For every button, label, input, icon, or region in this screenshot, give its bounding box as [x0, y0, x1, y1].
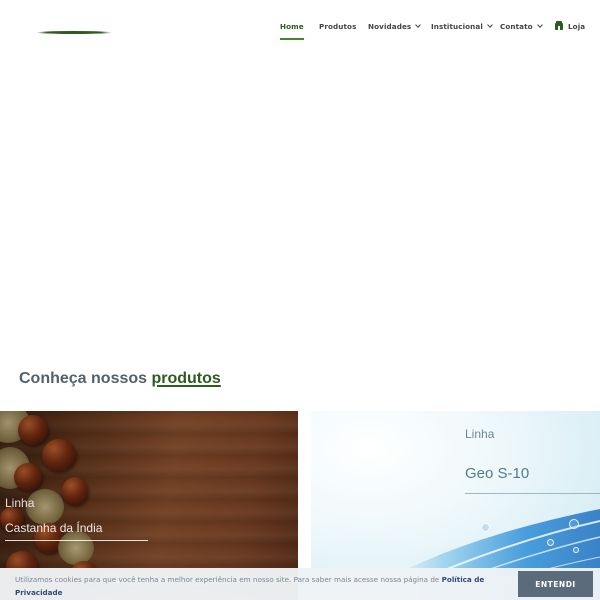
- cookie-message: Utilizamos cookies para que você tenha a…: [15, 575, 440, 584]
- chevron-down-icon: [415, 21, 422, 28]
- card-line-label: Linha: [465, 427, 495, 441]
- nav-loja-label: Loja: [568, 21, 586, 31]
- nav-produtos[interactable]: Produtos: [319, 19, 356, 33]
- chevron-down-icon: [487, 21, 493, 28]
- nav-novidades-label: Novidades: [368, 21, 412, 31]
- bubble-icon: [481, 523, 490, 532]
- cookie-text: Utilizamos cookies para que você tenha a…: [15, 573, 505, 599]
- bubble-icon: [573, 547, 579, 553]
- nav-contato-label: Contato: [500, 21, 533, 31]
- card-line-name: Castanha da Índia: [5, 521, 103, 535]
- site-header: Home Produtos Novidades Institucional Co…: [0, 0, 600, 52]
- cookie-bar: Utilizamos cookies para que você tenha a…: [0, 568, 600, 600]
- nav-institucional[interactable]: Institucional: [431, 19, 493, 33]
- main-nav: Home Produtos Novidades Institucional Co…: [0, 19, 600, 40]
- nav-home-label: Home: [280, 21, 304, 31]
- section-title: Conheça nossos produtos: [19, 370, 221, 388]
- bubble-icon: [569, 519, 579, 529]
- card-divider: [465, 493, 600, 494]
- active-underline: [280, 38, 304, 40]
- nav-home[interactable]: Home: [280, 19, 304, 40]
- section-title-prefix: Conheça nossos: [19, 370, 148, 387]
- nav-contato[interactable]: Contato: [500, 19, 543, 33]
- nav-institucional-label: Institucional: [431, 21, 483, 31]
- cookie-accept-button[interactable]: ENTENDI: [518, 571, 593, 597]
- nav-loja[interactable]: Loja: [555, 19, 585, 33]
- card-line-label: Linha: [5, 496, 35, 510]
- bubble-icon: [547, 539, 554, 546]
- nav-produtos-label: Produtos: [319, 21, 357, 31]
- card-line-name: Geo S-10: [465, 465, 530, 482]
- chevron-down-icon: [536, 21, 543, 28]
- card-divider: [5, 540, 148, 541]
- section-title-highlight[interactable]: produtos: [151, 370, 220, 387]
- nav-novidades[interactable]: Novidades: [368, 19, 422, 33]
- store-icon: [555, 20, 563, 30]
